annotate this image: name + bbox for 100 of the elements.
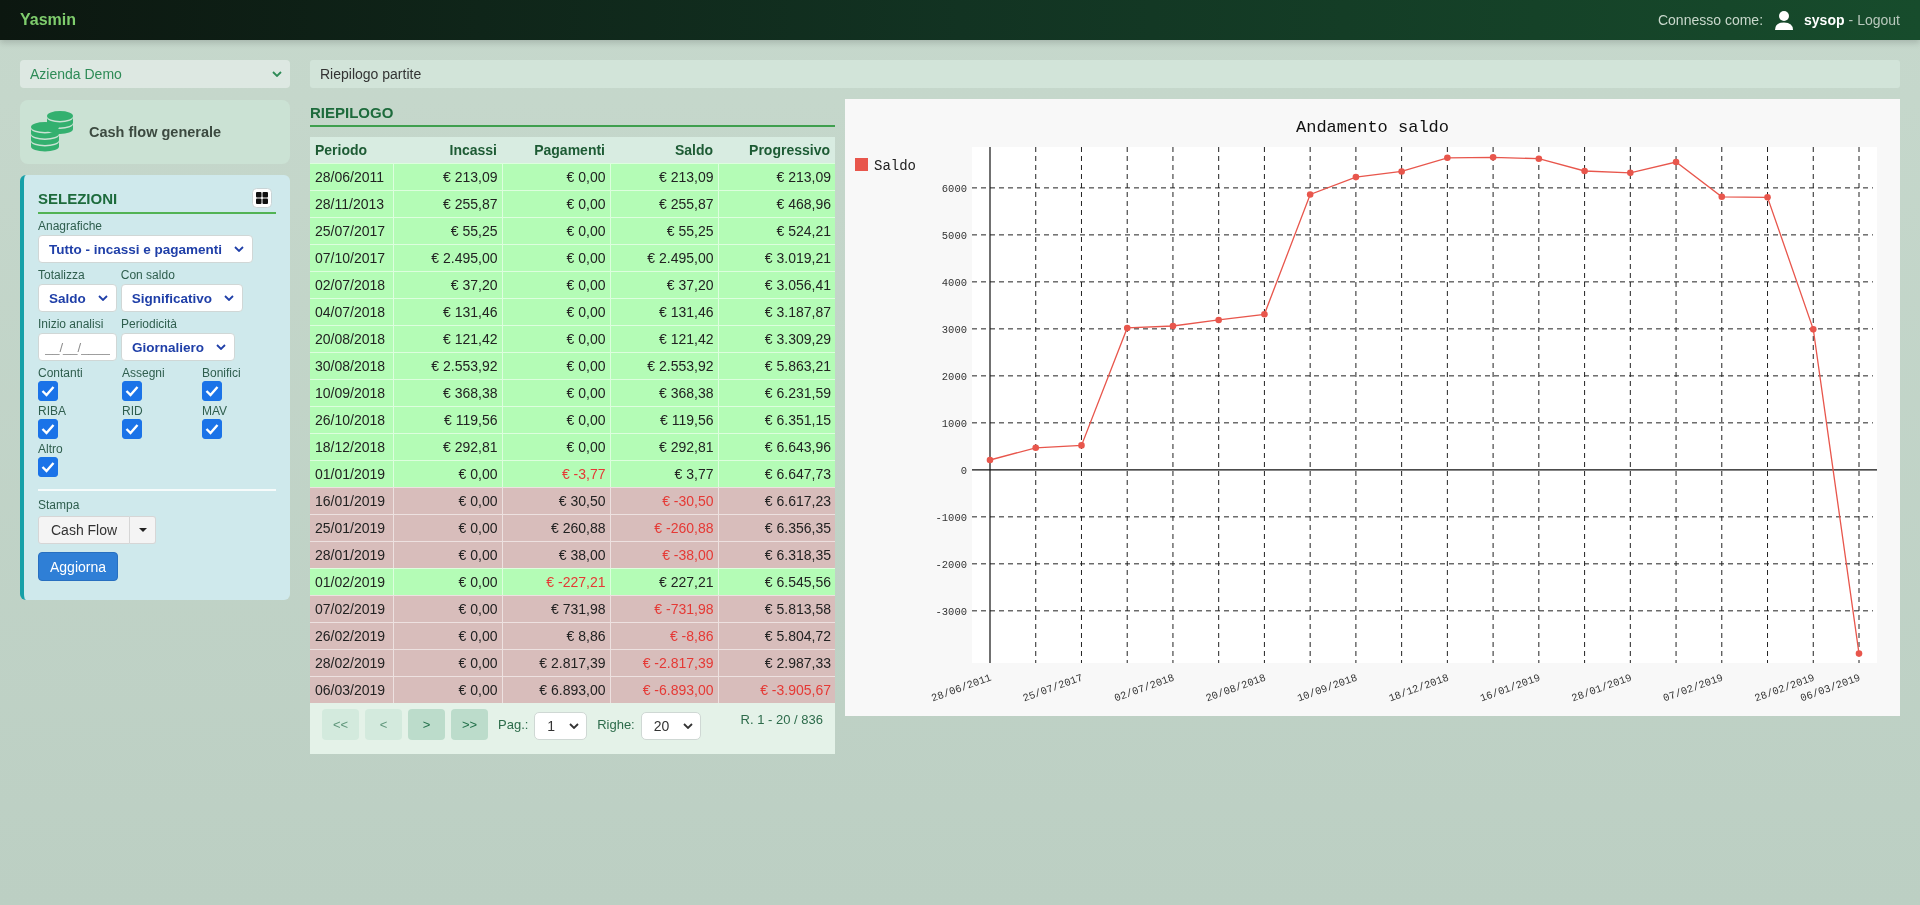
checkbox[interactable] — [202, 419, 222, 439]
checkbox[interactable] — [122, 419, 142, 439]
table-cell: € 213,09 — [610, 163, 718, 190]
pager-button[interactable]: >> — [451, 709, 488, 740]
column-header: Periodo — [310, 137, 393, 163]
checkbox[interactable] — [38, 457, 58, 477]
table-cell: € 2.553,92 — [610, 352, 718, 379]
table-cell: € 6.231,59 — [718, 379, 835, 406]
table-cell: 01/02/2019 — [310, 568, 393, 595]
table-cell: € 213,09 — [718, 163, 835, 190]
table-cell: € 6.318,35 — [718, 541, 835, 568]
table-cell: € 0,00 — [393, 460, 502, 487]
table-cell: 25/01/2019 — [310, 514, 393, 541]
checkbox[interactable] — [38, 419, 58, 439]
table-cell: € -30,50 — [610, 487, 718, 514]
table-cell: € 2.553,92 — [393, 352, 502, 379]
dropdown-toggle[interactable] — [130, 516, 157, 544]
table-cell: € 0,00 — [502, 217, 610, 244]
table-cell: € 0,00 — [502, 325, 610, 352]
update-button[interactable]: Aggiorna — [38, 552, 119, 581]
table-cell: € 0,00 — [393, 514, 502, 541]
table-cell: € 6.351,15 — [718, 406, 835, 433]
chevron-down-icon — [216, 344, 226, 350]
column-header: Pagamenti — [502, 137, 610, 163]
table-cell: 07/10/2017 — [310, 244, 393, 271]
table-cell: € 0,00 — [502, 406, 610, 433]
brand-name[interactable]: Yasmin — [20, 11, 77, 29]
table-cell: 10/09/2018 — [310, 379, 393, 406]
table-cell: € 0,00 — [502, 271, 610, 298]
data-point — [1489, 154, 1497, 161]
card-title: Cash flow generale — [89, 124, 222, 140]
table-cell: € 55,25 — [610, 217, 718, 244]
table-cell: € 6.356,35 — [718, 514, 835, 541]
checkbox[interactable] — [122, 381, 142, 401]
table-cell: € 0,00 — [502, 433, 610, 460]
grid-icon[interactable] — [252, 188, 272, 208]
name-separator: - — [1848, 12, 1854, 28]
rows-per-page-select[interactable]: 20 — [640, 712, 702, 740]
pager-button[interactable]: > — [408, 709, 445, 740]
table-cell: € 468,96 — [718, 190, 835, 217]
y-tick-label: -3000 — [935, 605, 967, 618]
column-header: Incassi — [393, 137, 502, 163]
table-cell: € 0,00 — [393, 595, 502, 622]
data-point — [1306, 191, 1314, 198]
table-cell: € 38,00 — [502, 541, 610, 568]
table-cell: € 255,87 — [610, 190, 718, 217]
dropdown[interactable]: Tutto - incassi e pagamenti — [38, 235, 254, 263]
page-select[interactable]: 1 — [534, 712, 588, 740]
date-input[interactable]: __/__/____ — [38, 333, 117, 361]
dropdown[interactable]: Saldo — [38, 284, 117, 312]
table-cell: € -260,88 — [610, 514, 718, 541]
table-cell: 16/01/2019 — [310, 487, 393, 514]
checkbox[interactable] — [38, 381, 58, 401]
table-cell: € 0,00 — [393, 541, 502, 568]
field-label: Stampa — [38, 498, 80, 513]
module-card[interactable]: Cash flow generale — [20, 100, 290, 164]
table-cell: € -227,21 — [502, 568, 610, 595]
y-tick-label: 5000 — [941, 229, 967, 242]
table-cell: € 368,38 — [610, 379, 718, 406]
field-label: Con saldo — [120, 268, 175, 283]
chevron-down-icon — [224, 295, 235, 301]
y-tick-label: 2000 — [941, 370, 967, 383]
print-button[interactable]: Cash Flow — [38, 516, 131, 544]
data-point — [1581, 167, 1588, 175]
table-cell: 01/01/2019 — [310, 460, 393, 487]
table-cell: € -3,77 — [502, 460, 610, 487]
pager-label: Righe: — [597, 717, 635, 732]
table-cell: € 3.019,21 — [718, 244, 835, 271]
table-cell: € 0,00 — [502, 244, 610, 271]
coins-icon — [30, 111, 74, 153]
checkbox-label: RID — [122, 404, 143, 419]
checkbox[interactable] — [202, 381, 222, 401]
data-point — [1535, 155, 1543, 163]
table-cell: € 213,09 — [393, 163, 502, 190]
data-point — [1444, 154, 1451, 162]
column-header: Progressivo — [718, 137, 835, 163]
chevron-down-icon — [97, 295, 108, 301]
table-cell: € 121,42 — [393, 325, 502, 352]
table-cell: 25/07/2017 — [310, 217, 393, 244]
pager-label: Pag.: — [498, 717, 529, 732]
table-cell: 26/10/2018 — [310, 406, 393, 433]
y-tick-label: 3000 — [941, 323, 967, 336]
table-cell: € 731,98 — [502, 595, 610, 622]
checkbox-label: Bonifici — [202, 366, 241, 381]
check-icon — [125, 385, 139, 397]
table-cell: 18/12/2018 — [310, 433, 393, 460]
panel-title: SELEZIONI — [38, 189, 118, 207]
logout-link[interactable]: Logout — [1857, 12, 1900, 28]
check-icon — [41, 423, 55, 435]
table-cell: € 0,00 — [393, 649, 502, 676]
field-label: Periodicità — [121, 317, 178, 332]
data-point — [1032, 444, 1040, 452]
dropdown[interactable]: Significativo — [120, 284, 244, 312]
table-cell: 07/02/2019 — [310, 595, 393, 622]
section-title: RIEPILOGO — [310, 99, 835, 127]
data-point — [1215, 316, 1222, 324]
dropdown[interactable]: Giornaliero — [121, 333, 235, 361]
table-cell: € 524,21 — [718, 217, 835, 244]
table-cell: € 0,00 — [502, 163, 610, 190]
table-cell: 04/07/2018 — [310, 298, 393, 325]
